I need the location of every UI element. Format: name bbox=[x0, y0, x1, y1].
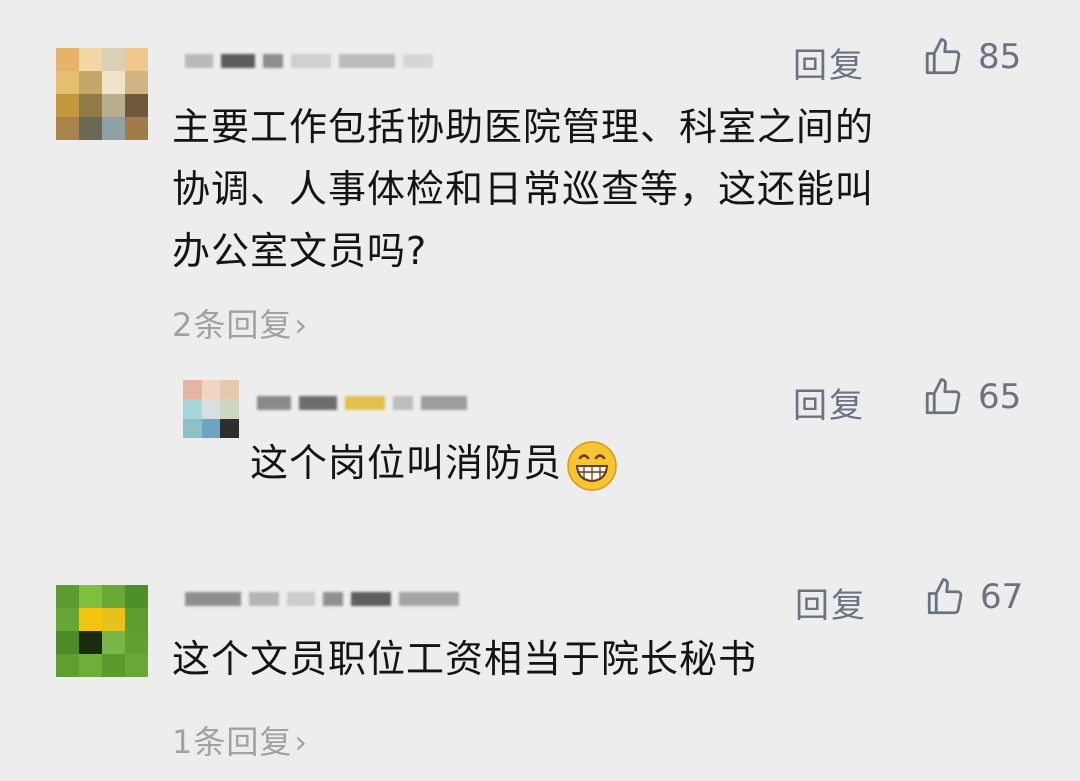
thumbs-up-icon bbox=[925, 378, 961, 415]
like-button[interactable]: 85 bbox=[922, 36, 1021, 78]
avatar[interactable] bbox=[183, 380, 239, 438]
username-blurred bbox=[257, 396, 475, 410]
comment-text-line: 这个文员职位工资相当于院长秘书 bbox=[172, 637, 758, 681]
comment-text: 这个文员职位工资相当于院长秘书 bbox=[172, 628, 757, 690]
view-replies-label: 2条回复 bbox=[172, 306, 293, 344]
chevron-right-icon: › bbox=[294, 723, 309, 761]
avatar[interactable] bbox=[56, 585, 148, 677]
view-replies-link[interactable]: 2条回复› bbox=[172, 300, 308, 346]
like-button[interactable]: 67 bbox=[924, 576, 1023, 618]
comment-text-line: 主要工作包括协助医院管理、科室之间的 bbox=[172, 105, 875, 149]
reply-button[interactable]: 回复 bbox=[795, 578, 867, 627]
chevron-right-icon: › bbox=[294, 306, 309, 344]
reply-text-content: 这个岗位叫消防员 bbox=[250, 441, 563, 485]
grinning-face-emoji-icon bbox=[567, 440, 617, 491]
reply-button[interactable]: 回复 bbox=[793, 38, 865, 87]
comment-text-line: 办公室文员吗? bbox=[172, 229, 428, 273]
reply-button[interactable]: 回复 bbox=[793, 378, 865, 427]
like-count: 85 bbox=[978, 37, 1022, 77]
view-replies-link[interactable]: 1条回复› bbox=[172, 717, 308, 763]
thumbs-up-icon bbox=[927, 578, 963, 615]
avatar[interactable] bbox=[56, 48, 148, 140]
view-replies-label: 1条回复 bbox=[172, 723, 293, 761]
like-count: 67 bbox=[980, 577, 1024, 617]
like-count: 65 bbox=[978, 377, 1022, 417]
username-blurred bbox=[185, 592, 467, 606]
comment-text: 主要工作包括协助医院管理、科室之间的 协调、人事体检和日常巡查等，这还能叫 办公… bbox=[172, 96, 874, 282]
comment-item: 回复 67 这个文员职位工资相当于院长秘书 1条回复› bbox=[0, 570, 1080, 770]
username-blurred bbox=[185, 54, 441, 68]
reply-item: 回复 65 这个岗位叫消防员 bbox=[0, 370, 1080, 530]
comment-item: 回复 85 主要工作包括协助医院管理、科室之间的 协调、人事体检和日常巡查等，这… bbox=[0, 0, 1080, 360]
reply-text: 这个岗位叫消防员 bbox=[250, 432, 618, 494]
thumbs-up-icon bbox=[925, 38, 961, 75]
comment-text-line: 协调、人事体检和日常巡查等，这还能叫 bbox=[172, 167, 875, 211]
like-button[interactable]: 65 bbox=[922, 376, 1021, 418]
